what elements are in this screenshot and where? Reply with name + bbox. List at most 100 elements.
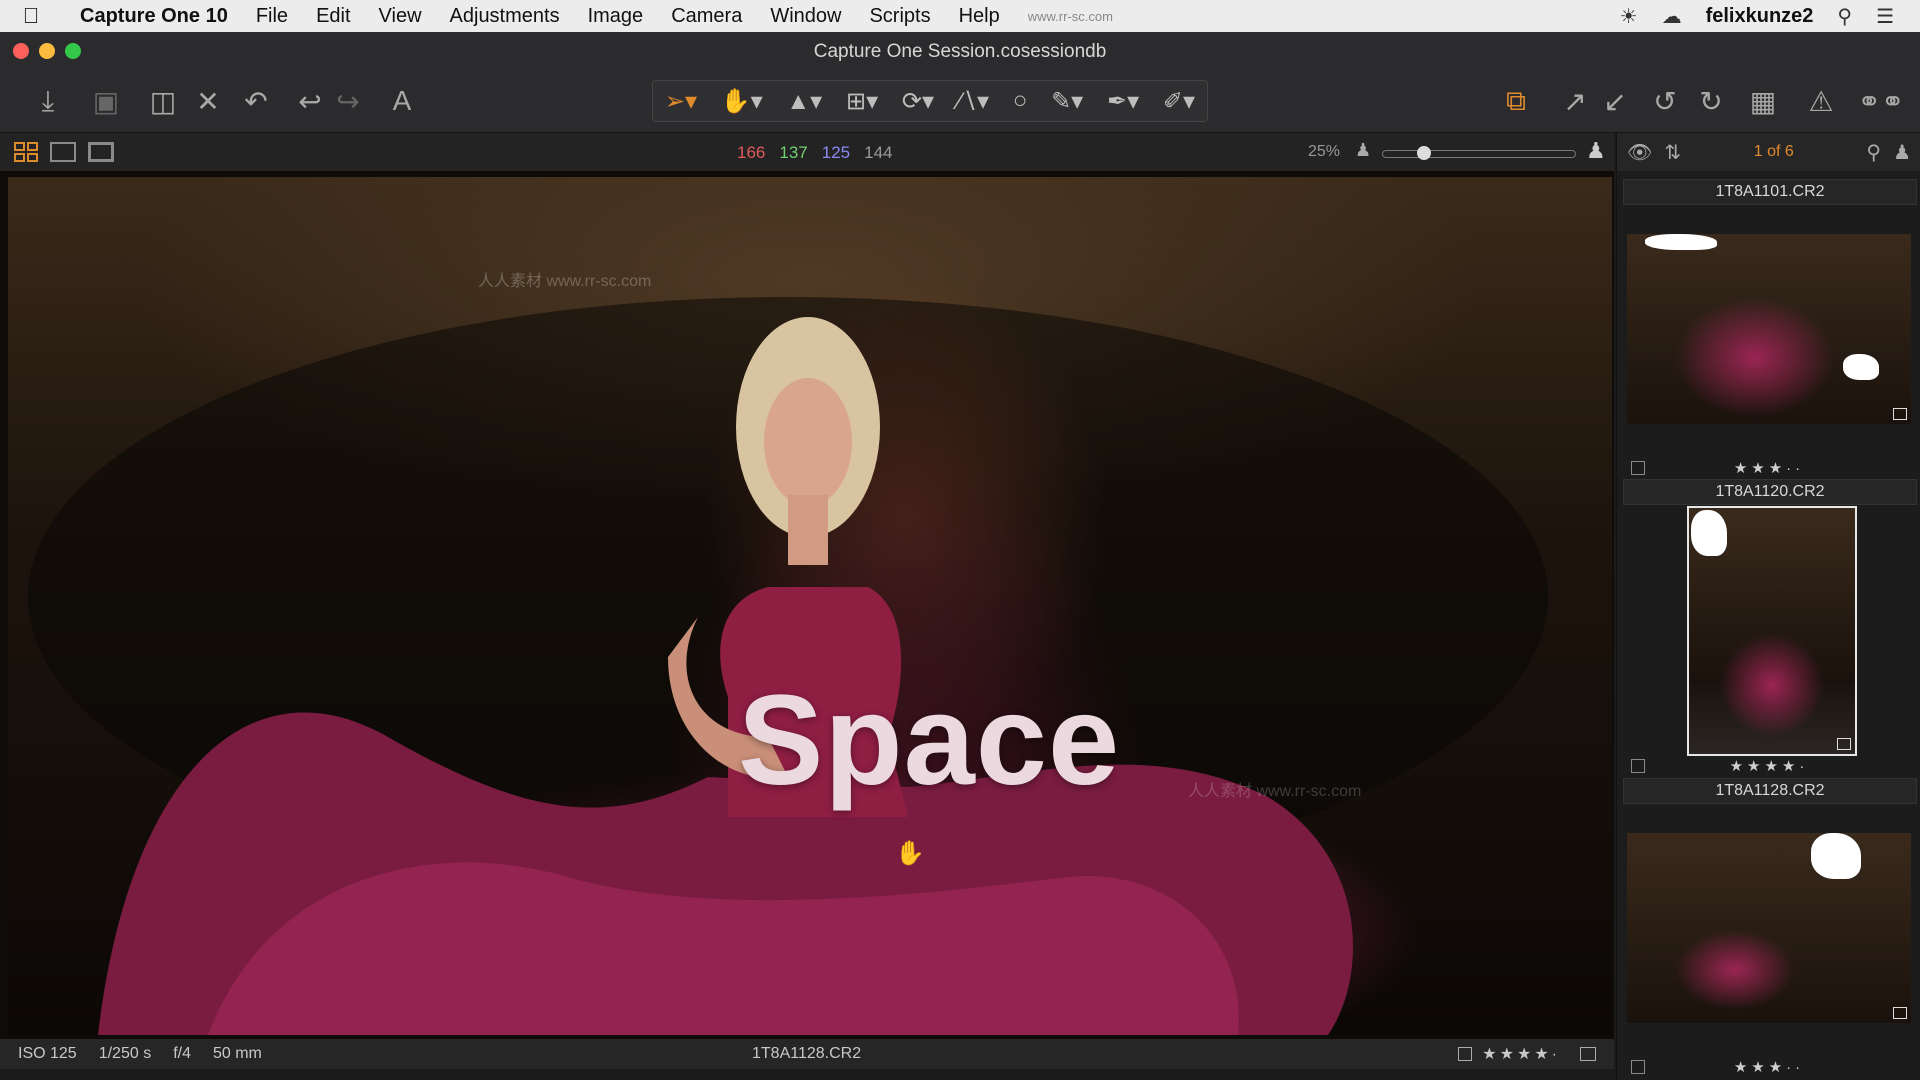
- menu-view[interactable]: View: [365, 5, 436, 28]
- overlay-key-label: Space: [738, 669, 1121, 812]
- rotate-right-icon[interactable]: ↻: [1694, 80, 1728, 122]
- iso-value: ISO 125: [18, 1045, 77, 1062]
- spot-tool-icon[interactable]: ○: [1013, 87, 1028, 115]
- spotlight-search-icon[interactable]: ⚲: [1837, 4, 1852, 29]
- copy-adjustments-icon[interactable]: ⧉: [1496, 80, 1536, 122]
- star-rating[interactable]: ★★★··: [1623, 459, 1915, 477]
- thumb-rating-row[interactable]: ★★★★·: [1623, 756, 1915, 776]
- zoom-level[interactable]: 25%: [1308, 143, 1340, 161]
- user-icon[interactable]: ♟: [1893, 140, 1911, 165]
- clipping-highlight: [1645, 234, 1717, 250]
- menu-edit[interactable]: Edit: [302, 5, 364, 28]
- aperture-value: f/4: [173, 1045, 191, 1062]
- menu-app[interactable]: Capture One 10: [62, 5, 242, 28]
- adjusted-badge-icon: [1893, 408, 1907, 420]
- cursor-tools-group: ➢▾ ✋▾ ▲▾ ⊞▾ ⟳▾ ∕∖▾ ○ ✎▾ ✒▾ ✐▾: [652, 80, 1208, 122]
- thumbnail-image[interactable]: [1627, 833, 1911, 1023]
- camera-icon[interactable]: ▣: [88, 80, 124, 122]
- sort-icon[interactable]: ⇅: [1664, 140, 1681, 165]
- grid-view-icon[interactable]: [14, 142, 38, 162]
- loupe-tool-icon[interactable]: ▲▾: [786, 87, 822, 116]
- grid-icon[interactable]: ▦: [1746, 80, 1780, 122]
- browser-toolbar: 👁 ⇅ 1 of 6 ⚲ ♟: [1617, 133, 1920, 171]
- thumb-rating-row[interactable]: ★★★··: [1623, 458, 1915, 478]
- rotate-left-icon[interactable]: ↺: [1648, 80, 1682, 122]
- move-folder-icon[interactable]: ◫: [145, 80, 181, 122]
- image-viewer[interactable]: Space 人人素材 www.rr-sc.com 人人素材 www.rr-sc.…: [0, 171, 1614, 1039]
- thumbnail-image[interactable]: [1627, 234, 1911, 424]
- menu-image[interactable]: Image: [574, 5, 658, 28]
- rgb-blue-value: 125: [821, 143, 851, 162]
- delete-icon[interactable]: ✕: [192, 80, 224, 122]
- select-checkbox[interactable]: [1458, 1047, 1473, 1061]
- keystone-tool-icon[interactable]: ∕∖▾: [958, 87, 989, 116]
- thumb-label[interactable]: 1T8A1120.CR2: [1623, 479, 1917, 505]
- rgb-readout: 166 137 125 144: [737, 143, 893, 163]
- creative-cloud-icon[interactable]: ☁: [1662, 4, 1682, 29]
- image-browser: 👁 ⇅ 1 of 6 ⚲ ♟ 1T8A1101.CR2 ★★★·· 1T8A11…: [1616, 133, 1920, 1080]
- menu-scripts[interactable]: Scripts: [855, 5, 944, 28]
- adjusted-badge-icon: [1893, 1007, 1907, 1019]
- menu-help[interactable]: Help: [945, 5, 1014, 28]
- thumb-rating-row[interactable]: ★★★··: [1623, 1057, 1915, 1077]
- main-toolbar: ⤓ ▣ ◫ ✕ ↶ ↩ ↪ A ➢▾ ✋▾ ▲▾ ⊞▾ ⟳▾ ∕∖▾ ○ ✎▾ …: [0, 70, 1920, 133]
- single-view-icon[interactable]: [50, 142, 76, 162]
- apple-icon[interactable]: : [0, 3, 62, 29]
- watermark-text: www.rr-sc.com: [1027, 8, 1113, 24]
- text-icon[interactable]: A: [384, 80, 420, 122]
- undo-all-icon[interactable]: ↶: [240, 80, 272, 122]
- search-icon[interactable]: ⚲: [1866, 140, 1881, 165]
- watermark-text: 人人素材 www.rr-sc.com: [1188, 783, 1362, 800]
- thumb-label[interactable]: 1T8A1128.CR2: [1623, 778, 1917, 804]
- menu-file[interactable]: File: [242, 5, 302, 28]
- star-rating[interactable]: ★★★★·: [1623, 757, 1915, 775]
- compare-view-icon[interactable]: [88, 142, 114, 162]
- star-rating[interactable]: ★★★··: [1623, 1058, 1915, 1076]
- pick-icon[interactable]: ↙: [1600, 80, 1630, 122]
- brush-tool-icon[interactable]: ✎▾: [1051, 87, 1083, 116]
- shutter-value: 1/250 s: [98, 1045, 152, 1062]
- rgb-red-value: 166: [737, 143, 766, 162]
- eraser-tool-icon[interactable]: ✐▾: [1163, 87, 1195, 116]
- person-small-icon: ♟: [1355, 140, 1372, 160]
- brightness-icon[interactable]: ☀: [1620, 4, 1638, 29]
- viewer-status-bar: ISO 125 1/250 s f/4 50 mm 1T8A1128.CR2 ★…: [0, 1039, 1614, 1069]
- window-title-bar: Capture One Session.cosessiondb: [0, 32, 1920, 70]
- star-rating[interactable]: ★★★★·: [1482, 1044, 1560, 1064]
- rgb-luminance-value: 144: [864, 143, 893, 162]
- menu-window[interactable]: Window: [756, 5, 855, 28]
- rotate-tool-icon[interactable]: ⟳▾: [902, 87, 934, 116]
- proof-glasses-icon[interactable]: ⚭⚭: [1856, 80, 1906, 122]
- pan-tool-icon[interactable]: ✋▾: [721, 87, 763, 116]
- pan-cursor-icon: ✋: [895, 840, 925, 867]
- select-tool-icon[interactable]: ➢▾: [665, 87, 697, 116]
- user-name[interactable]: felixkunze2: [1706, 5, 1814, 28]
- crop-tool-icon[interactable]: ⊞▾: [846, 87, 878, 116]
- apply-icon[interactable]: ↗: [1560, 80, 1590, 122]
- import-icon[interactable]: ⤓: [30, 80, 66, 122]
- focal-length-value: 50 mm: [212, 1045, 262, 1062]
- thumbnail-image-selected[interactable]: [1687, 506, 1857, 756]
- redo-icon[interactable]: ↪: [332, 80, 364, 122]
- menu-camera[interactable]: Camera: [657, 5, 756, 28]
- menu-bar:  Capture One 10 File Edit View Adjustme…: [0, 0, 1920, 32]
- main-photo[interactable]: Space 人人素材 www.rr-sc.com 人人素材 www.rr-sc.…: [8, 177, 1612, 1035]
- zoom-slider-handle[interactable]: [1417, 146, 1431, 160]
- zoom-slider[interactable]: [1382, 146, 1576, 160]
- person-large-icon: ♟: [1586, 138, 1606, 163]
- clipping-highlight: [1691, 510, 1727, 556]
- warning-icon[interactable]: ⚠: [1804, 80, 1838, 122]
- viewer-toolbar: 166 137 125 144 25% ♟ ♟: [0, 133, 1614, 171]
- clipping-highlight: [1843, 354, 1879, 380]
- thumb-label[interactable]: 1T8A1101.CR2: [1623, 179, 1917, 205]
- metadata-icon[interactable]: [1580, 1047, 1596, 1061]
- menu-adjustments[interactable]: Adjustments: [436, 5, 574, 28]
- picker-tool-icon[interactable]: ✒▾: [1107, 87, 1139, 116]
- undo-icon[interactable]: ↩: [294, 80, 326, 122]
- current-filename: 1T8A1128.CR2: [752, 1045, 862, 1062]
- adjusted-badge-icon: [1837, 738, 1851, 750]
- window-title: Capture One Session.cosessiondb: [813, 41, 1107, 62]
- notification-center-icon[interactable]: ☰: [1876, 4, 1894, 29]
- visibility-eye-icon[interactable]: 👁: [1627, 140, 1652, 165]
- image-counter: 1 of 6: [1753, 143, 1794, 160]
